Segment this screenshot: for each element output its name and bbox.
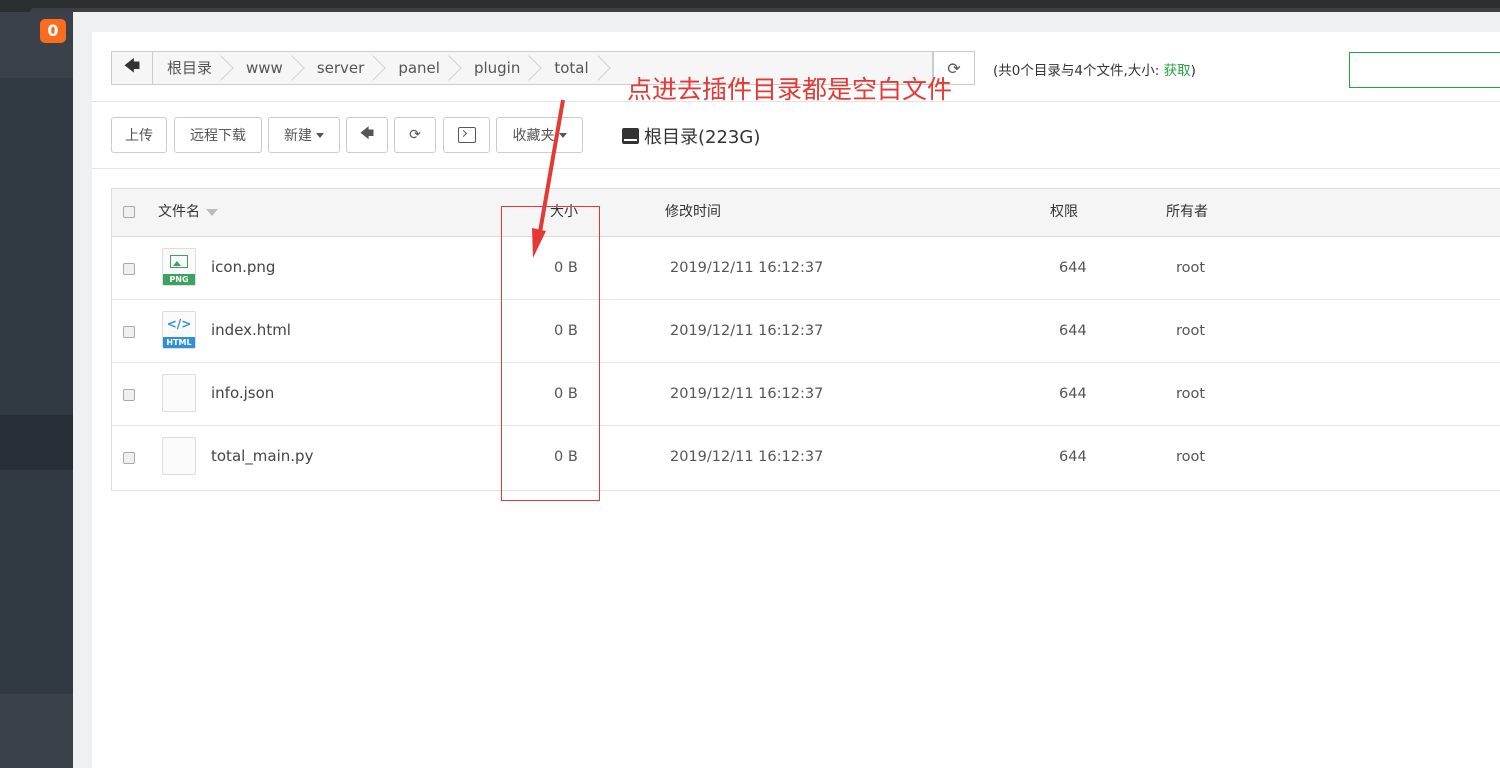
file-table: 文件名 大小 修改时间 权限 所有者 PNG icon.png 0 B 2019… [111,188,1500,491]
row-checkbox[interactable] [123,389,135,401]
html-file-badge: HTML [163,337,195,348]
breadcrumb-www[interactable]: www [232,52,303,84]
file-permission[interactable]: 644 [1059,237,1087,300]
table-header: 文件名 大小 修改时间 权限 所有者 [112,189,1500,237]
summary-close: ) [1190,63,1196,79]
sort-down-icon [206,208,218,216]
sidebar-footer [0,694,73,768]
breadcrumb-root[interactable]: 根目录 [153,52,232,84]
upload-label: 上传 [125,128,153,144]
file-permission[interactable]: 644 [1059,363,1087,426]
row-checkbox[interactable] [123,263,135,275]
png-file-icon: PNG [162,248,196,286]
refresh-button[interactable]: ⟳ [394,117,436,153]
file-permission[interactable]: 644 [1059,300,1087,363]
file-name[interactable]: index.html [211,300,291,361]
column-header-name-label: 文件名 [158,204,200,220]
sidebar-active-item[interactable] [0,415,73,470]
select-all-checkbox[interactable] [123,206,135,218]
disk-label: 根目录(223G) [644,127,761,148]
terminal-button[interactable] [443,117,490,153]
annotation-text: 点进去插件目录都是空白文件 [627,75,953,104]
breadcrumb-panel[interactable]: panel [384,52,460,84]
breadcrumb-server[interactable]: server [303,52,384,84]
notification-badge[interactable]: 0 [40,19,66,43]
column-header-permission[interactable]: 权限 [1050,189,1078,235]
column-header-mtime[interactable]: 修改时间 [665,189,721,235]
file-name[interactable]: info.json [211,363,274,424]
browser-top-strip [0,0,1500,12]
new-dropdown-button[interactable]: 新建 [268,117,340,153]
annotation-highlight-box [501,206,600,501]
file-mtime: 2019/12/11 16:12:37 [670,449,824,465]
back-button[interactable]: 🡄 [346,117,388,153]
hard-drive-icon [622,128,639,144]
file-name[interactable]: total_main.py [211,426,313,487]
disk-selector[interactable]: 根目录(223G) [622,123,760,149]
blank-file-icon [162,374,196,412]
file-owner[interactable]: root [1176,363,1205,426]
breadcrumb-plugin[interactable]: plugin [460,52,540,84]
refresh-icon: ⟳ [409,127,421,143]
breadcrumb-total[interactable]: total [540,52,608,84]
upload-button[interactable]: 上传 [111,117,167,153]
file-mtime: 2019/12/11 16:12:37 [670,323,824,339]
divider [92,168,1500,169]
row-checkbox[interactable] [123,452,135,464]
breadcrumb: 根目录 www server panel plugin total [153,52,609,84]
new-label: 新建 [284,128,312,144]
favorites-dropdown-button[interactable]: 收藏夹 [496,117,583,153]
column-header-name[interactable]: 文件名 [158,189,218,235]
table-row[interactable]: </> HTML index.html 0 B 2019/12/11 16:12… [112,300,1500,363]
favorites-label: 收藏夹 [512,128,555,144]
file-mtime: 2019/12/11 16:12:37 [670,386,824,402]
arrow-left-icon: 🡄 [359,126,375,142]
file-owner[interactable]: root [1176,426,1205,489]
file-owner[interactable]: root [1176,237,1205,300]
file-permission[interactable]: 644 [1059,426,1087,489]
png-file-badge: PNG [163,274,195,285]
search-input[interactable] [1349,52,1500,88]
chevron-down-icon [558,132,567,138]
code-icon: </> [166,317,192,331]
row-checkbox[interactable] [123,326,135,338]
summary-text: (共0个目录与4个文件,大小: [993,63,1164,79]
file-name[interactable]: icon.png [211,237,275,298]
file-manager-panel: 🡄 根目录 www server panel plugin total ⟳ (共… [92,32,1500,768]
directory-summary: (共0个目录与4个文件,大小: 获取) [993,59,1196,79]
fetch-size-link[interactable]: 获取 [1164,63,1191,79]
blank-file-icon [162,437,196,475]
column-header-owner[interactable]: 所有者 [1166,189,1208,235]
remote-download-label: 远程下载 [190,128,246,144]
arrow-left-icon: 🡄 [123,55,141,75]
html-file-icon: </> HTML [162,311,196,349]
table-row[interactable]: PNG icon.png 0 B 2019/12/11 16:12:37 644… [112,237,1500,300]
table-row[interactable]: total_main.py 0 B 2019/12/11 16:12:37 64… [112,426,1500,489]
chevron-down-icon [316,132,324,138]
sidebar [0,12,73,768]
remote-download-button[interactable]: 远程下载 [174,117,262,153]
terminal-icon [457,127,476,143]
file-mtime: 2019/12/11 16:12:37 [670,260,824,276]
table-row[interactable]: info.json 0 B 2019/12/11 16:12:37 644 ro… [112,363,1500,426]
file-owner[interactable]: root [1176,300,1205,363]
path-back-button[interactable]: 🡄 [112,52,153,84]
image-icon [170,255,188,268]
